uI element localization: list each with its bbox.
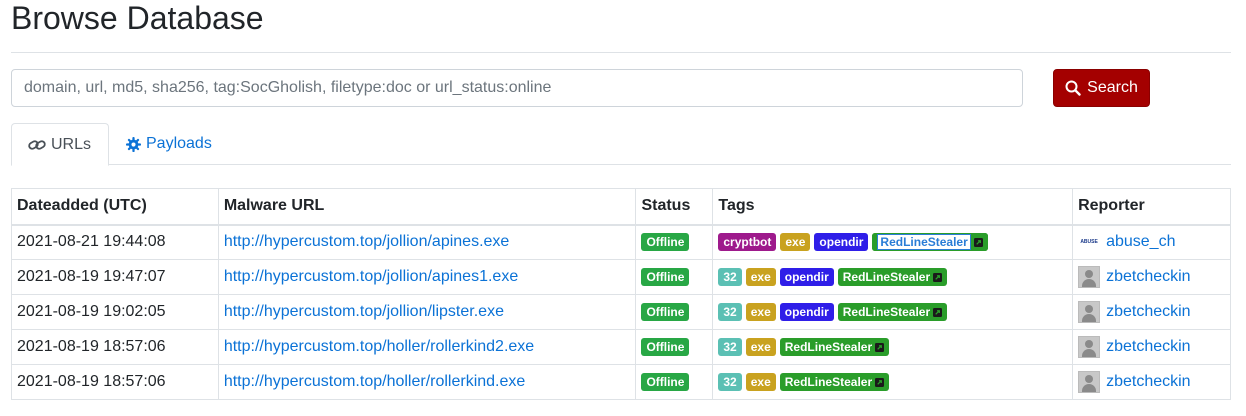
tag-badge-redlinestealer[interactable]: RedLineStealer — [779, 372, 890, 391]
dateadded-cell: 2021-08-21 19:44:08 — [11, 224, 219, 260]
status-badge: Offline — [641, 233, 690, 252]
malware-url-cell: http://hypercustom.top/jollion/apines1.e… — [217, 259, 637, 295]
tag-badge-redlinestealer[interactable]: RedLineStealer — [837, 267, 948, 286]
reporter-link[interactable]: abuse_ch — [1106, 233, 1175, 251]
malware-url-cell: http://hypercustom.top/holler/rollerkind… — [217, 364, 637, 400]
external-link-icon — [875, 377, 885, 387]
tag-badge-32[interactable]: 32 — [718, 302, 742, 321]
gear-icon — [126, 136, 141, 152]
tags-cell: 32 exe RedLineStealer — [712, 364, 1074, 400]
malware-url-link[interactable]: http://hypercustom.top/jollion/apines.ex… — [224, 233, 510, 250]
tab-payloads-label: Payloads — [146, 135, 212, 152]
table-row: 2021-08-19 19:47:07 http://hypercustom.to… — [11, 259, 1231, 295]
tab-payloads[interactable]: Payloads — [110, 123, 228, 165]
search-button-label: Search — [1087, 79, 1138, 96]
column-header-reporter[interactable]: Reporter — [1072, 188, 1231, 226]
tag-label: RedLineStealer — [877, 234, 971, 251]
tag-badge-cryptbot[interactable]: cryptbot — [718, 233, 777, 252]
tag-badge-32[interactable]: 32 — [718, 372, 742, 391]
tab-urls-label: URLs — [51, 135, 92, 153]
tab-urls[interactable]: URLs — [11, 123, 109, 166]
reporter-cell: ABUSE abuse_ch — [1072, 224, 1231, 260]
tag-badge-exe[interactable]: exe — [745, 337, 776, 356]
malware-url-cell: http://hypercustom.top/jollion/apines.ex… — [217, 224, 637, 260]
reporter-link[interactable]: zbetcheckin — [1106, 373, 1191, 391]
external-link-icon — [973, 238, 983, 248]
avatar-icon — [1078, 266, 1101, 288]
reporter-cell: zbetcheckin — [1072, 364, 1231, 400]
urls-table: Dateadded (UTC) Malware URL Status Tags … — [11, 188, 1231, 400]
tags-cell: 32 exe RedLineStealer — [712, 329, 1074, 365]
search-input[interactable] — [11, 69, 1023, 107]
malware-url-link[interactable]: http://hypercustom.top/holler/rollerkind… — [224, 373, 525, 390]
tab-bar: URLs Payloads — [11, 123, 1231, 166]
tag-badge-32[interactable]: 32 — [718, 267, 742, 286]
tag-badge-exe[interactable]: exe — [745, 302, 776, 321]
status-badge: Offline — [641, 337, 690, 356]
malware-url-cell: http://hypercustom.top/jollion/lipster.e… — [217, 294, 637, 330]
tag-label: RedLineStealer — [842, 269, 931, 284]
dateadded-cell: 2021-08-19 18:57:06 — [11, 329, 219, 365]
avatar-icon — [1078, 301, 1101, 323]
tag-label: RedLineStealer — [784, 374, 873, 389]
status-cell: Offline — [635, 259, 714, 295]
reporter-cell: zbetcheckin — [1072, 259, 1231, 295]
status-cell: Offline — [635, 364, 714, 400]
column-header-malware-url[interactable]: Malware URL — [217, 188, 637, 226]
reporter-link[interactable]: zbetcheckin — [1106, 268, 1191, 286]
title-divider — [11, 52, 1231, 53]
page-title: Browse Database — [11, 0, 264, 36]
tag-badge-32[interactable]: 32 — [718, 337, 742, 356]
table-header-row: Dateadded (UTC) Malware URL Status Tags … — [11, 188, 1231, 226]
malware-url-link[interactable]: http://hypercustom.top/jollion/lipster.e… — [224, 303, 504, 320]
status-cell: Offline — [635, 294, 714, 330]
status-cell: Offline — [635, 329, 714, 365]
avatar-icon — [1078, 336, 1101, 358]
status-cell: Offline — [635, 224, 714, 260]
external-link-icon — [933, 272, 943, 282]
reporter-link[interactable]: zbetcheckin — [1106, 303, 1191, 321]
tag-badge-opendir[interactable]: opendir — [814, 233, 869, 252]
tag-badge-redlinestealer[interactable]: RedLineStealer — [872, 233, 988, 252]
search-button[interactable]: Search — [1053, 69, 1150, 107]
malware-url-link[interactable]: http://hypercustom.top/jollion/apines1.e… — [224, 268, 518, 285]
malware-url-cell: http://hypercustom.top/holler/rollerkind… — [217, 329, 637, 365]
tags-cell: 32 exe opendir RedLineStealer — [712, 259, 1074, 295]
malware-url-link[interactable]: http://hypercustom.top/holler/rollerkind… — [224, 338, 534, 355]
reporter-cell: zbetcheckin — [1072, 294, 1231, 330]
search-icon — [1065, 80, 1081, 96]
table-row: 2021-08-19 18:57:06 http://hypercustom.to… — [11, 329, 1231, 365]
dateadded-cell: 2021-08-19 18:57:06 — [11, 364, 219, 400]
tag-badge-redlinestealer[interactable]: RedLineStealer — [779, 337, 890, 356]
external-link-icon — [933, 307, 943, 317]
status-badge: Offline — [641, 372, 690, 391]
table-row: 2021-08-19 18:57:06 http://hypercustom.to… — [11, 364, 1231, 400]
external-link-icon — [875, 342, 885, 352]
tag-badge-redlinestealer[interactable]: RedLineStealer — [837, 302, 948, 321]
column-header-dateadded[interactable]: Dateadded (UTC) — [11, 188, 219, 226]
table-row: 2021-08-19 19:02:05 http://hypercustom.to… — [11, 294, 1231, 330]
avatar-icon — [1078, 371, 1101, 393]
tag-badge-exe[interactable]: exe — [745, 372, 776, 391]
column-header-status[interactable]: Status — [635, 188, 714, 226]
status-badge: Offline — [641, 267, 690, 286]
dateadded-cell: 2021-08-19 19:47:07 — [11, 259, 219, 295]
status-badge: Offline — [641, 302, 690, 321]
abuse-ch-logo-icon: ABUSE — [1080, 239, 1098, 246]
tag-badge-opendir[interactable]: opendir — [779, 302, 834, 321]
reporter-cell: zbetcheckin — [1072, 329, 1231, 365]
column-header-tags[interactable]: Tags — [712, 188, 1074, 226]
tag-label: RedLineStealer — [842, 304, 931, 319]
table-row: 2021-08-21 19:44:08 http://hypercustom.to… — [11, 224, 1231, 260]
tag-badge-exe[interactable]: exe — [780, 233, 811, 252]
tag-label: RedLineStealer — [784, 339, 873, 354]
tags-cell: cryptbot exe opendir RedLineStealer — [712, 224, 1074, 260]
tag-badge-exe[interactable]: exe — [745, 267, 776, 286]
dateadded-cell: 2021-08-19 19:02:05 — [11, 294, 219, 330]
tags-cell: 32 exe opendir RedLineStealer — [712, 294, 1074, 330]
link-icon — [28, 139, 46, 150]
tag-badge-opendir[interactable]: opendir — [779, 267, 834, 286]
reporter-link[interactable]: zbetcheckin — [1106, 338, 1191, 356]
